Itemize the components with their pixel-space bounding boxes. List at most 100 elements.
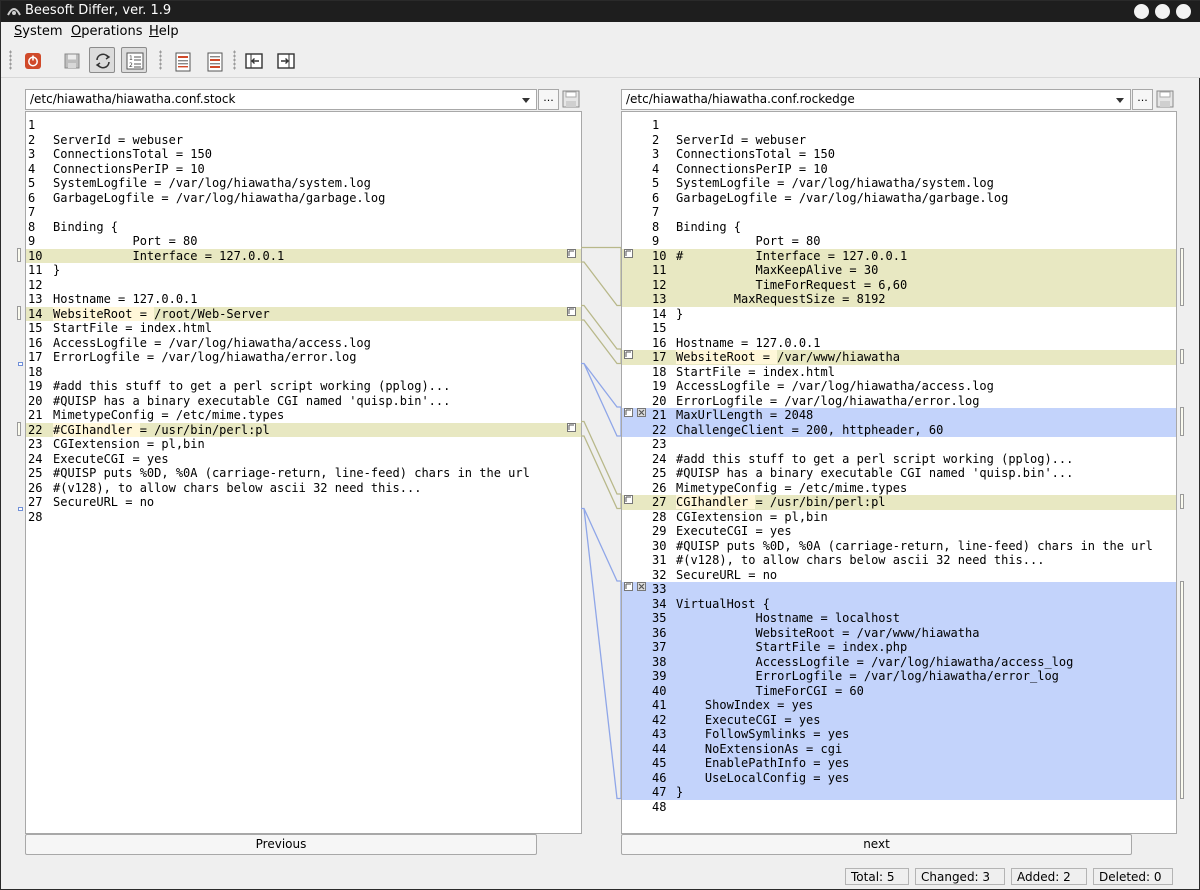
doc-left-button[interactable] [169, 47, 195, 73]
menu-help[interactable]: Help [149, 24, 179, 39]
change-connector [581, 420, 621, 510]
code-line: 18 StartFile = index.html [622, 365, 1176, 380]
line-number: 36 [652, 625, 667, 640]
line-text: WebsiteRoot = /var/www/hiawatha [676, 350, 900, 364]
copy-change-icon[interactable] [624, 248, 633, 258]
line-number: 32 [652, 567, 667, 582]
line-number: 44 [652, 741, 667, 756]
line-text: CGIextension = pl,bin [676, 509, 828, 524]
copy-change-icon[interactable] [567, 422, 576, 432]
change-connector [581, 246, 621, 307]
code-line: 45 EnablePathInfo = yes [622, 756, 1176, 771]
line-text: SecureURL = no [676, 567, 778, 582]
line-number: 24 [652, 451, 667, 466]
code-line: 16 AccessLogfile = /var/log/hiawatha/acce… [26, 336, 581, 351]
copy-change-icon[interactable] [567, 306, 576, 316]
code-line: 9 Port = 80 [26, 234, 581, 249]
code-line: 15 [622, 321, 1176, 336]
line-number: 4 [652, 161, 660, 176]
left-file-combo[interactable]: /etc/hiawatha/hiawatha.conf.stock [25, 89, 537, 110]
line-text: AccessLogfile = /var/log/hiawatha/access… [53, 335, 371, 350]
line-number: 13 [28, 292, 43, 306]
previous-button[interactable]: Previous [25, 834, 537, 855]
line-text: MimetypeConfig = /etc/mime.types [676, 480, 908, 495]
maximize-button[interactable] [1155, 4, 1170, 19]
delete-block-icon[interactable] [637, 582, 646, 591]
line-text: TimeForRequest = 6,60 [676, 277, 908, 292]
copy-change-icon[interactable] [624, 350, 633, 359]
line-number: 12 [28, 277, 43, 292]
code-line: 1 [622, 118, 1176, 133]
added-connector [581, 507, 621, 800]
prev-diff-button[interactable] [240, 47, 266, 73]
line-number: 34 [652, 596, 667, 611]
line-number: 41 [652, 698, 667, 712]
exit-button[interactable] [19, 47, 45, 73]
line-number: 25 [28, 466, 43, 480]
left-text-pane[interactable]: 1 2 ServerId = webuser 3 ConnectionsTotal = … [25, 111, 582, 834]
compare-button[interactable] [89, 47, 115, 73]
change-edge-marker [1180, 494, 1184, 509]
close-button[interactable] [1176, 4, 1191, 19]
line-text: #QUISP puts %0D, %0A (carriage-return, l… [53, 466, 530, 480]
toolbar-grip[interactable] [159, 50, 162, 70]
line-number: 6 [652, 190, 660, 205]
menu-system[interactable]: System [14, 24, 63, 39]
line-number: 17 [28, 350, 43, 364]
code-line: 3 ConnectionsTotal = 150 [622, 147, 1176, 162]
line-number: 22 [28, 422, 43, 437]
window-title: Beesoft Differ, ver. 1.9 [25, 3, 172, 18]
line-text: EnablePathInfo = yes [676, 756, 850, 770]
line-number: 19 [652, 379, 667, 393]
line-text: # Interface = 127.0.0.1 [676, 248, 908, 263]
line-number: 1 [28, 118, 36, 132]
toolbar-grip[interactable] [233, 50, 236, 70]
code-line: 11} [26, 263, 581, 278]
line-number: 6 [28, 190, 36, 205]
copy-change-icon[interactable] [624, 408, 633, 417]
line-number: 40 [652, 683, 667, 698]
code-line: 2 ServerId = webuser [622, 133, 1176, 148]
left-browse-button[interactable]: ... [538, 89, 559, 110]
right-text-pane[interactable]: 1 2 ServerId = webuser 3 ConnectionsTotal = … [621, 111, 1177, 834]
next-button[interactable]: next [621, 834, 1132, 855]
added-connector [581, 362, 621, 437]
line-text: ErrorLogfile = /var/log/hiawatha/error_l… [676, 669, 1059, 683]
code-line: 5 SystemLogfile = /var/log/hiawatha/syste… [26, 176, 581, 191]
code-line: 14} [622, 307, 1176, 322]
line-text: ConnectionsPerIP = 10 [676, 161, 828, 176]
line-text: ServerId = webuser [53, 132, 184, 147]
right-browse-button[interactable]: ... [1132, 89, 1153, 110]
menu-operations[interactable]: Operations [71, 24, 142, 39]
line-text: MaxRequestSize = 8192 [676, 292, 886, 306]
line-number: 24 [28, 451, 43, 466]
line-text: Hostname = 127.0.0.1 [53, 292, 198, 306]
code-line: 10 Interface = 127.0.0.1 [26, 248, 581, 263]
line-text: FollowSymlinks = yes [676, 727, 850, 741]
changed-text-highlight: WebsiteRoot = [53, 306, 155, 321]
line-numbers-button[interactable]: 12 [121, 47, 147, 73]
code-line: 6 GarbageLogfile = /var/log/hiawatha/garb… [26, 191, 581, 206]
code-line: 48 [622, 800, 1176, 815]
minimize-button[interactable] [1134, 4, 1149, 19]
toolbar-grip[interactable] [9, 50, 12, 70]
save-button[interactable] [58, 47, 84, 73]
right-file-combo[interactable]: /etc/hiawatha/hiawatha.conf.rockedge [621, 89, 1131, 110]
code-line: 8 Binding { [26, 220, 581, 235]
copy-change-icon[interactable] [624, 582, 633, 591]
line-text: SecureURL = no [53, 495, 155, 509]
change-edge-marker [17, 305, 21, 320]
delete-block-icon[interactable] [637, 408, 646, 417]
line-number: 23 [28, 437, 43, 451]
copy-change-icon[interactable] [624, 495, 633, 504]
right-save-button[interactable] [1155, 89, 1175, 109]
next-diff-button[interactable] [272, 47, 298, 73]
code-line: 4 ConnectionsPerIP = 10 [26, 162, 581, 177]
code-line: 27 CGIhandler = /usr/bin/perl:pl [622, 495, 1176, 510]
left-save-button[interactable] [561, 89, 581, 109]
insertion-marker [18, 506, 23, 511]
copy-change-icon[interactable] [567, 248, 576, 258]
line-number: 4 [28, 161, 36, 176]
doc-right-button[interactable] [201, 47, 227, 73]
code-line: 40 TimeForCGI = 60 [622, 683, 1176, 698]
